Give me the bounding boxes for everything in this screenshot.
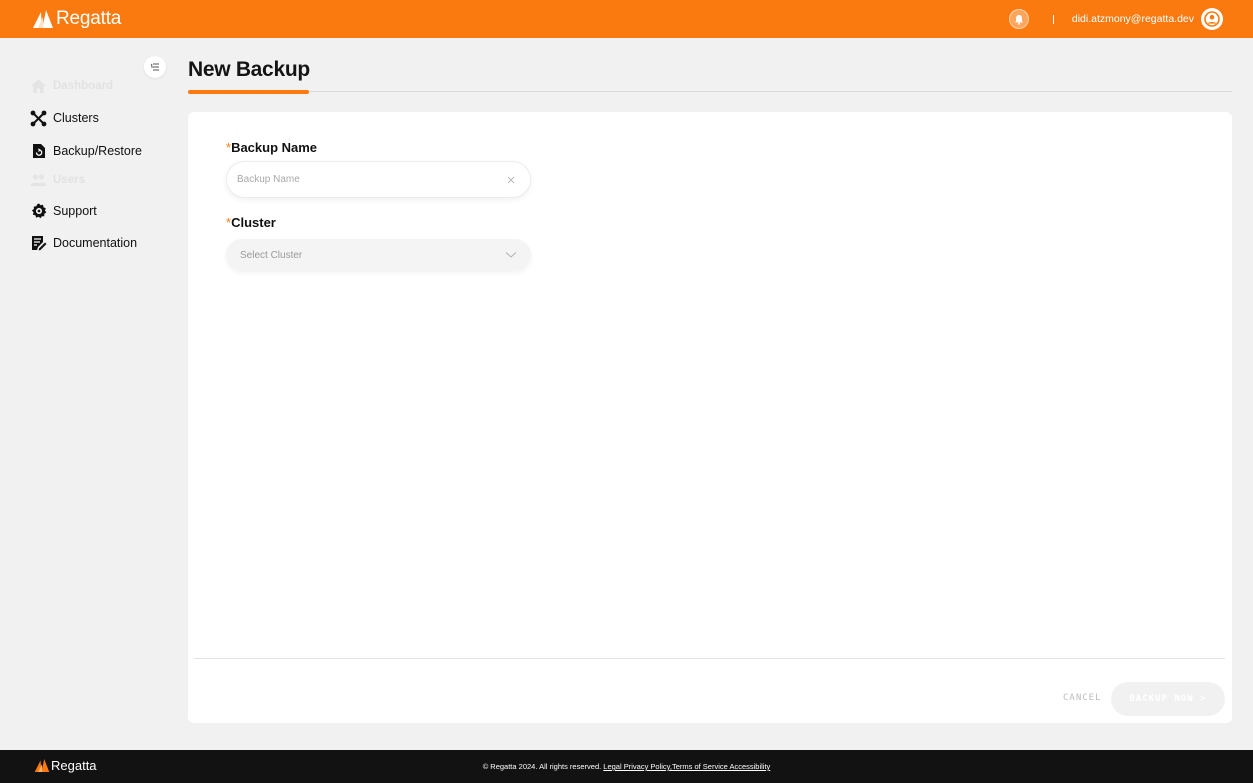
footer-copyright: © Regatta 2024. All rights reserved. Leg… [0, 762, 1253, 771]
header-divider [1052, 14, 1054, 24]
backup-name-label: *Backup Name [226, 140, 317, 155]
notifications-bell-icon[interactable] [1008, 9, 1029, 29]
backup-name-placeholder: Backup Name [237, 174, 300, 185]
footer: Regatta © Regatta 2024. All rights reser… [0, 750, 1253, 783]
gear-icon [30, 203, 47, 220]
legal-privacy-policy-link[interactable]: Legal Privacy Policy [603, 762, 670, 771]
clear-icon[interactable] [506, 175, 516, 185]
title-accent-bar [188, 90, 309, 94]
sidebar-item-label: Clusters [53, 111, 99, 125]
regatta-logo[interactable]: Regatta [32, 8, 121, 30]
cluster-label-text: Cluster [231, 215, 276, 230]
backup-form-card: *Backup Name Backup Name *Cluster Select… [188, 112, 1232, 723]
sidebar-item-clusters[interactable]: Clusters [30, 108, 99, 128]
page-title: New Backup [188, 58, 310, 81]
sidebar-item-users: Users [30, 170, 85, 190]
sidebar-item-backup-restore[interactable]: Backup/Restore [30, 141, 142, 161]
user-avatar-icon[interactable] [1201, 8, 1223, 30]
backup-now-button[interactable]: BACKUP NOW > [1111, 682, 1225, 716]
user-email[interactable]: didi.atzmony@regatta.dev [1072, 13, 1194, 25]
actions-divider [194, 658, 1225, 659]
collapse-menu-icon [150, 63, 159, 71]
top-header: Regatta didi.atzmony@regatta.dev [0, 0, 1253, 38]
cancel-button[interactable]: CANCEL [1063, 693, 1102, 703]
clusters-icon [30, 110, 47, 127]
cluster-label: *Cluster [226, 215, 276, 230]
sail-logo-icon [33, 10, 53, 28]
title-underline [188, 91, 1232, 92]
sidebar-item-label: Backup/Restore [53, 144, 142, 158]
terms-accessibility-link[interactable]: ,Terms of Service Accessibility [670, 762, 770, 771]
sidebar-item-label: Dashboard [53, 80, 114, 92]
document-edit-icon [30, 235, 47, 252]
collapse-sidebar-button[interactable] [144, 56, 166, 78]
sidebar-item-dashboard: Dashboard [30, 76, 113, 96]
chevron-down-icon [505, 252, 517, 258]
sidebar-item-documentation[interactable]: Documentation [30, 233, 137, 253]
sidebar: Dashboard Clusters Backup/Restore Users … [0, 38, 166, 750]
copyright-text: © Regatta 2024. All rights reserved. [482, 762, 602, 771]
home-icon [30, 78, 47, 95]
users-icon [30, 172, 47, 189]
cluster-select[interactable]: Select Cluster [226, 239, 531, 271]
cluster-select-placeholder: Select Cluster [240, 249, 303, 261]
sidebar-item-label: Documentation [53, 236, 138, 250]
sidebar-item-label: Users [53, 174, 85, 186]
backup-name-input[interactable]: Backup Name [226, 161, 531, 198]
sidebar-item-support[interactable]: Support [30, 201, 97, 221]
logo-text: Regatta [56, 8, 122, 29]
sidebar-item-label: Support [53, 204, 97, 218]
backup-name-label-text: Backup Name [231, 140, 318, 155]
backup-icon [30, 143, 47, 160]
